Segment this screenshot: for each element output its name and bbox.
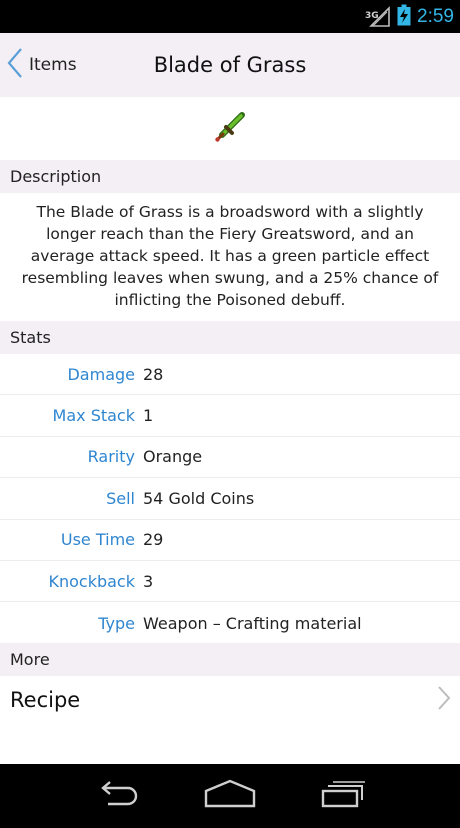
home-icon (204, 779, 256, 813)
recipe-list-item[interactable]: Recipe (0, 676, 460, 724)
chevron-left-icon (4, 46, 26, 84)
stat-row-max-stack: Max Stack 1 (0, 395, 460, 437)
stats-table: Damage 28 Max Stack 1 Rarity Orange Sell… (0, 354, 460, 644)
stat-label: Knockback (48, 571, 135, 591)
stat-label: Damage (67, 364, 135, 384)
nav-recent-apps-button[interactable] (313, 776, 373, 816)
stat-row-damage: Damage 28 (0, 354, 460, 396)
stat-value: Orange (143, 447, 203, 467)
stat-label: Type (98, 613, 135, 633)
status-clock: 2:59 (417, 5, 454, 27)
network-type-label: 3G (365, 10, 379, 21)
stat-row-type: Type Weapon – Crafting material (0, 602, 460, 643)
stat-row-knockback: Knockback 3 (0, 561, 460, 603)
back-label: Items (29, 55, 77, 75)
action-bar: Blade of Grass Items (0, 33, 460, 97)
stat-value: 28 (143, 364, 164, 384)
signal-icon: 3G (365, 5, 391, 28)
stat-value: 54 Gold Coins (143, 488, 255, 508)
stats-header: Stats (0, 321, 460, 354)
stat-label: Max Stack (52, 406, 135, 426)
stat-label: Use Time (60, 530, 135, 550)
stat-value: Weapon – Crafting material (143, 613, 362, 633)
recipe-label: Recipe (10, 688, 81, 712)
status-bar: 3G 2:59 (0, 0, 460, 33)
recent-apps-icon (320, 780, 366, 812)
more-header: More (0, 643, 460, 676)
nav-home-button[interactable] (200, 776, 260, 816)
stat-row-rarity: Rarity Orange (0, 437, 460, 479)
stat-value: 3 (143, 571, 154, 591)
blade-of-grass-sword-icon (212, 109, 248, 149)
status-icons: 3G 2:59 (365, 0, 454, 33)
stat-row-sell: Sell 54 Gold Coins (0, 478, 460, 520)
battery-charging-icon (397, 4, 411, 30)
stat-value: 29 (143, 530, 164, 550)
system-nav-bar (0, 764, 460, 828)
item-icon-row (0, 97, 460, 160)
back-icon (94, 780, 140, 812)
stat-label: Rarity (87, 447, 135, 467)
back-to-items-button[interactable]: Items (4, 33, 77, 97)
stat-label: Sell (106, 488, 135, 508)
stat-value: 1 (143, 406, 154, 426)
chevron-right-icon (436, 684, 452, 716)
item-description: The Blade of Grass is a broadsword with … (21, 203, 439, 309)
description-header: Description (0, 160, 460, 193)
nav-back-button[interactable] (87, 776, 147, 816)
stat-row-use-time: Use Time 29 (0, 520, 460, 561)
